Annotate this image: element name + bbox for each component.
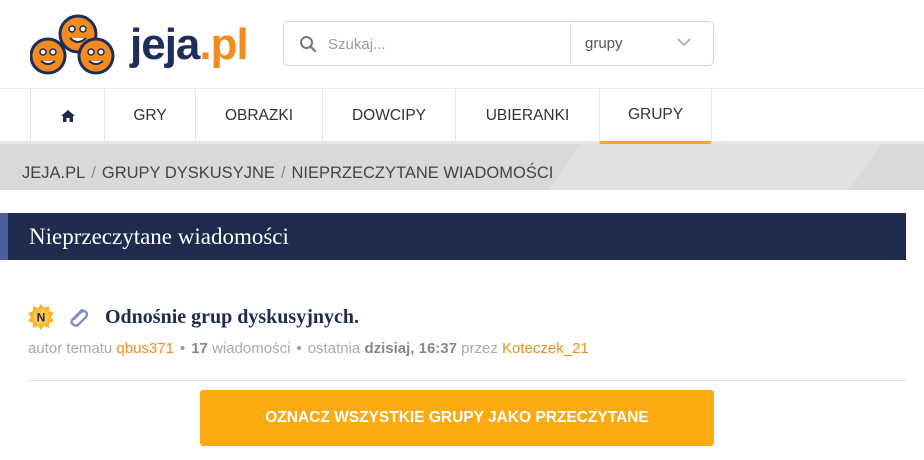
nav-item-grupy[interactable]: GRUPY (599, 89, 711, 145)
page-title: Nieprzeczytane wiadomości (29, 224, 289, 249)
search-scope-value: grupy (585, 35, 623, 52)
nav-item-obrazki[interactable]: OBRAZKI (195, 89, 322, 142)
author-label: autor tematu (28, 340, 113, 357)
breadcrumb-item-home[interactable]: JEJA.PL (22, 164, 85, 182)
breadcrumb: JEJA.PL / GRUPY DYSKUSYJNE / NIEPRZECZYTANE … (22, 164, 553, 183)
logo-text-dark: jeja (130, 20, 200, 69)
divider (28, 380, 906, 381)
logo-faces-icon (30, 14, 115, 75)
meta-separator: • (179, 340, 186, 357)
nav-item-label: UBIERANKI (485, 106, 570, 124)
breadcrumb-item-current: NIEPRZECZYTANE WIADOMOŚCI (291, 164, 554, 182)
home-icon (60, 109, 75, 122)
breadcrumb-separator: / (280, 164, 286, 182)
new-badge-letter: N (37, 311, 46, 325)
nav-home[interactable] (30, 89, 104, 142)
messages-label: wiadomości (212, 340, 291, 357)
new-badge-icon: N (28, 304, 54, 330)
topic-meta: autor tematu qbus371 • 17 wiadomości • ostat… (28, 340, 589, 357)
breadcrumb-separator: / (91, 164, 96, 182)
nav-item-gry[interactable]: GRY (104, 89, 195, 142)
breadcrumb-item-groups[interactable]: GRUPY DYSKUSYJNE (102, 164, 275, 182)
meta-separator: • (296, 340, 302, 357)
search-bar: grupy (283, 21, 714, 66)
nav-item-label: GRY (133, 106, 167, 124)
site-header: jeja.pl grupy (0, 0, 924, 88)
chevron-down-icon (677, 38, 691, 47)
main-content: Nieprzeczytane wiadomości N Odnośnie gru… (0, 190, 924, 460)
search-input[interactable] (328, 30, 558, 58)
topic-title[interactable]: Odnośnie grup dyskusyjnych. (105, 306, 359, 329)
nav-item-label: GRUPY (627, 106, 684, 123)
attachment-icon (70, 308, 89, 327)
last-post-time: dzisiaj, 16:37 (364, 340, 457, 357)
nav-item-ubieranki[interactable]: UBIERANKI (455, 89, 599, 142)
nav-divider (711, 89, 712, 142)
nav-item-dowcipy[interactable]: DOWCIPY (322, 89, 455, 142)
main-nav: GRY OBRAZKI DOWCIPY UBIERANKI GRUPY (0, 88, 924, 145)
logo-wordmark: jeja.pl (130, 20, 249, 70)
topic-author-link[interactable]: qbus371 (116, 340, 174, 357)
breadcrumb-bar: JEJA.PL / GRUPY DYSKUSYJNE / NIEPRZECZYTANE … (0, 144, 924, 190)
last-author-link[interactable]: Koteczek_21 (502, 340, 589, 357)
page-title-bar: Nieprzeczytane wiadomości (0, 213, 906, 260)
last-label: ostatnia (307, 340, 361, 357)
nav-item-label: OBRAZKI (224, 106, 294, 124)
search-scope-select[interactable]: grupy (571, 22, 713, 65)
nav-item-label: DOWCIPY (351, 106, 427, 124)
search-icon[interactable] (299, 35, 317, 53)
mark-all-read-button[interactable]: OZNACZ WSZYSTKIE GRUPY JAKO PRZECZYTANE (200, 390, 714, 446)
by-label: przez (461, 340, 498, 357)
logo-text-orange: .pl (199, 20, 248, 69)
message-count: 17 (191, 340, 208, 357)
site-logo[interactable]: jeja.pl (30, 14, 249, 76)
breadcrumb-decoration (524, 144, 896, 190)
